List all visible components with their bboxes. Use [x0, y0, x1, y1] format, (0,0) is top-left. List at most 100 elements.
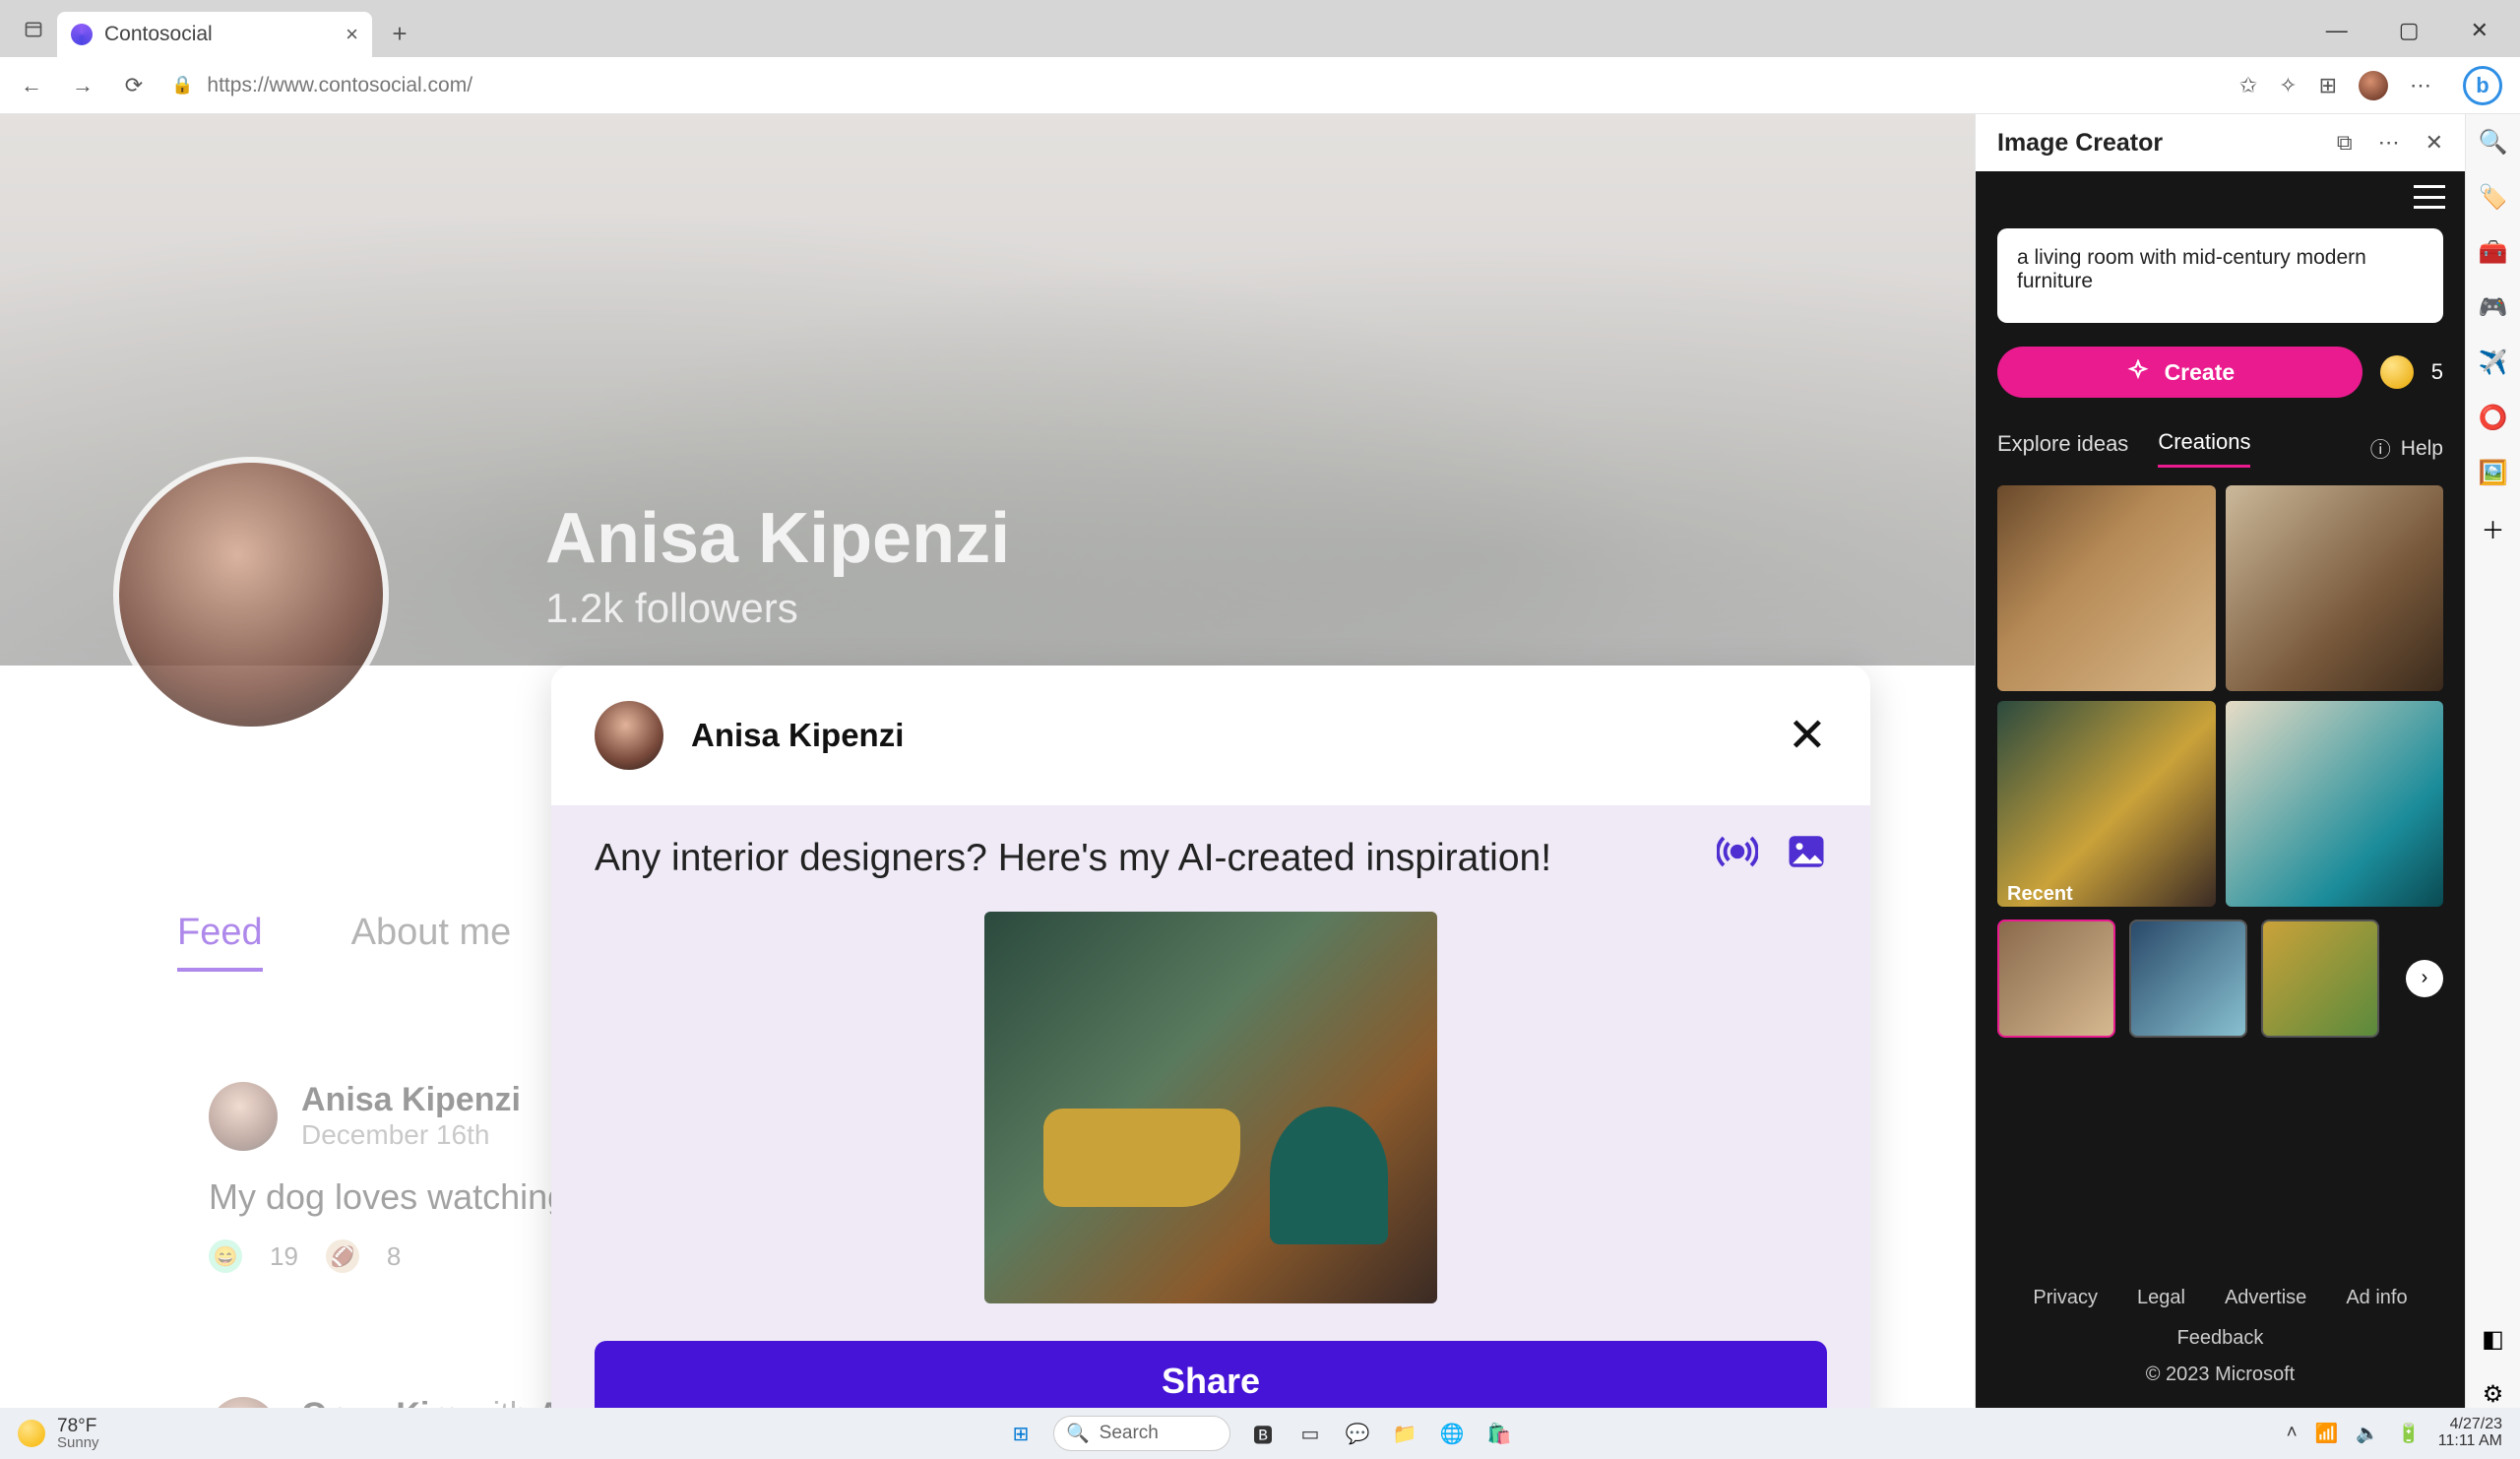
post-author: Anisa Kipenzi	[301, 1081, 521, 1119]
minimize-button[interactable]: —	[2326, 18, 2348, 43]
footer-adinfo[interactable]: Ad info	[2346, 1287, 2407, 1309]
read-aloud-icon[interactable]: ✩	[2239, 73, 2257, 98]
tools-rail-icon[interactable]: 🧰	[2480, 238, 2507, 266]
tab-title: Contosocial	[104, 23, 213, 46]
modal-attached-image[interactable]	[984, 912, 1437, 1303]
taskbar-clock[interactable]: 4/27/23 11:11 AM	[2438, 1417, 2502, 1450]
browser-tab[interactable]: Contosocial ×	[57, 12, 372, 57]
close-panel-button[interactable]: ✕	[2426, 130, 2443, 156]
back-button[interactable]: ←	[18, 72, 45, 99]
footer-legal[interactable]: Legal	[2137, 1287, 2185, 1309]
settings-rail-icon[interactable]: ⚙	[2480, 1380, 2507, 1408]
modal-author: Anisa Kipenzi	[691, 717, 904, 754]
modal-caption: Any interior designers? Here's my AI-cre…	[595, 837, 1551, 879]
explorer-taskbar-icon[interactable]: 📁	[1390, 1419, 1419, 1448]
prompt-input[interactable]: a living room with mid-century modern fu…	[1997, 228, 2443, 323]
tab-feed[interactable]: Feed	[177, 912, 263, 972]
profile-tabs: Feed About me	[177, 912, 511, 972]
new-tab-button[interactable]: +	[380, 14, 419, 53]
creation-thumbnail[interactable]	[2226, 701, 2444, 907]
modal-avatar	[595, 701, 663, 770]
url-text: https://www.contosocial.com/	[207, 74, 472, 97]
favicon-icon	[71, 24, 93, 45]
broadcast-icon[interactable]	[1717, 831, 1758, 872]
toggle-sidebar-icon[interactable]: ◧	[2480, 1325, 2507, 1353]
games-rail-icon[interactable]: 🎮	[2480, 293, 2507, 321]
reaction-count: 19	[270, 1241, 298, 1272]
search-rail-icon[interactable]: 🔍	[2480, 128, 2507, 156]
creation-thumbnail[interactable]	[1997, 485, 2216, 691]
collections-icon[interactable]: ⊞	[2319, 73, 2337, 98]
reaction-football-icon[interactable]: 🏈	[326, 1239, 359, 1273]
edge-taskbar-icon[interactable]: 🌐	[1437, 1419, 1467, 1448]
tray-volume-icon[interactable]: 🔈	[2356, 1422, 2379, 1445]
footer-privacy[interactable]: Privacy	[2033, 1287, 2098, 1309]
post-avatar[interactable]	[209, 1082, 278, 1151]
task-view-icon[interactable]: ▭	[1295, 1419, 1325, 1448]
image-creator-panel: Image Creator ⧉ ⋯ ✕ a living room with m…	[1975, 114, 2465, 1408]
tab-close-icon[interactable]: ×	[346, 22, 358, 47]
maximize-button[interactable]: ▢	[2399, 18, 2420, 43]
new-window-icon[interactable]: ⧉	[2337, 130, 2353, 156]
add-rail-icon[interactable]: ＋	[2480, 514, 2507, 541]
taskbar-search[interactable]: 🔍 Search	[1053, 1416, 1230, 1451]
windows-taskbar: 78°F Sunny ⊞ 🔍 Search 🅱 ▭ 💬 📁 🌐 🛍️ ˄ 📶 🔈…	[0, 1408, 2520, 1459]
search-placeholder: Search	[1100, 1423, 1159, 1444]
modal-close-button[interactable]: ✕	[1788, 708, 1827, 763]
webpage-content: Anisa Kipenzi 1.2k followers Feed About …	[0, 114, 1975, 1408]
weather-icon	[18, 1420, 45, 1447]
share-button[interactable]: Share	[595, 1341, 1827, 1408]
chat-taskbar-icon[interactable]: 💬	[1343, 1419, 1372, 1448]
more-options-icon[interactable]: ⋯	[2378, 130, 2400, 156]
recent-thumbnail[interactable]	[1997, 920, 2115, 1038]
start-button[interactable]: ⊞	[1006, 1419, 1036, 1448]
weather-condition: Sunny	[57, 1435, 99, 1450]
tray-network-icon[interactable]: 📶	[2315, 1422, 2339, 1445]
creation-thumbnail[interactable]	[1997, 701, 2216, 907]
hamburger-menu-icon[interactable]	[2414, 185, 2445, 209]
help-icon: ⓘ	[2370, 434, 2391, 464]
tab-about[interactable]: About me	[351, 912, 512, 972]
reaction-count: 8	[387, 1241, 401, 1272]
profile-followers: 1.2k followers	[545, 585, 798, 632]
profile-avatar[interactable]	[113, 457, 389, 732]
office-rail-icon[interactable]: ⭕	[2480, 404, 2507, 431]
recent-label: Recent	[2007, 883, 2465, 906]
profile-name: Anisa Kipenzi	[545, 498, 1010, 579]
create-button[interactable]: Create	[1997, 347, 2362, 398]
lock-icon: 🔒	[171, 75, 193, 95]
tab-explore-ideas[interactable]: Explore ideas	[1997, 431, 2128, 467]
footer-feedback[interactable]: Feedback	[1997, 1327, 2443, 1350]
profile-avatar-icon[interactable]	[2359, 71, 2388, 100]
coin-icon	[2380, 355, 2414, 389]
bing-taskbar-icon[interactable]: 🅱	[1248, 1419, 1278, 1448]
send-rail-icon[interactable]: ✈️	[2480, 349, 2507, 376]
recent-next-button[interactable]: ›	[2406, 960, 2443, 997]
bing-chat-icon[interactable]: b	[2463, 66, 2502, 105]
reaction-laugh-icon[interactable]: 😄	[209, 1239, 242, 1273]
tab-actions-icon[interactable]	[20, 16, 47, 43]
footer-advertise[interactable]: Advertise	[2225, 1287, 2306, 1309]
creation-thumbnail[interactable]	[2226, 485, 2444, 691]
tray-chevron-icon[interactable]: ˄	[2287, 1423, 2298, 1444]
close-window-button[interactable]: ✕	[2471, 18, 2488, 43]
settings-more-icon[interactable]: ⋯	[2410, 73, 2431, 98]
store-taskbar-icon[interactable]: 🛍️	[1484, 1419, 1514, 1448]
post-date: December 16th	[301, 1119, 521, 1151]
weather-widget[interactable]: 78°F Sunny	[18, 1417, 99, 1450]
creations-grid	[1976, 476, 2465, 917]
shopping-rail-icon[interactable]: 🏷️	[2480, 183, 2507, 211]
tab-creations[interactable]: Creations	[2158, 429, 2250, 468]
favorites-icon[interactable]: ✧	[2279, 73, 2297, 98]
url-field[interactable]: 🔒 https://www.contosocial.com/	[171, 74, 2216, 97]
post-avatar[interactable]	[209, 1397, 278, 1409]
image-icon[interactable]	[1786, 831, 1827, 872]
tray-battery-icon[interactable]: 🔋	[2397, 1422, 2421, 1445]
refresh-button[interactable]: ⟳	[120, 72, 148, 99]
image-creator-rail-icon[interactable]: 🖼️	[2480, 459, 2507, 486]
recent-thumbnail[interactable]	[2261, 920, 2379, 1038]
recent-thumbnail[interactable]	[2129, 920, 2247, 1038]
sidebar-footer: Privacy Legal Advertise Ad info Feedback…	[1976, 1261, 2465, 1408]
forward-button[interactable]: →	[69, 72, 96, 99]
help-link[interactable]: ⓘ Help	[2370, 434, 2443, 464]
